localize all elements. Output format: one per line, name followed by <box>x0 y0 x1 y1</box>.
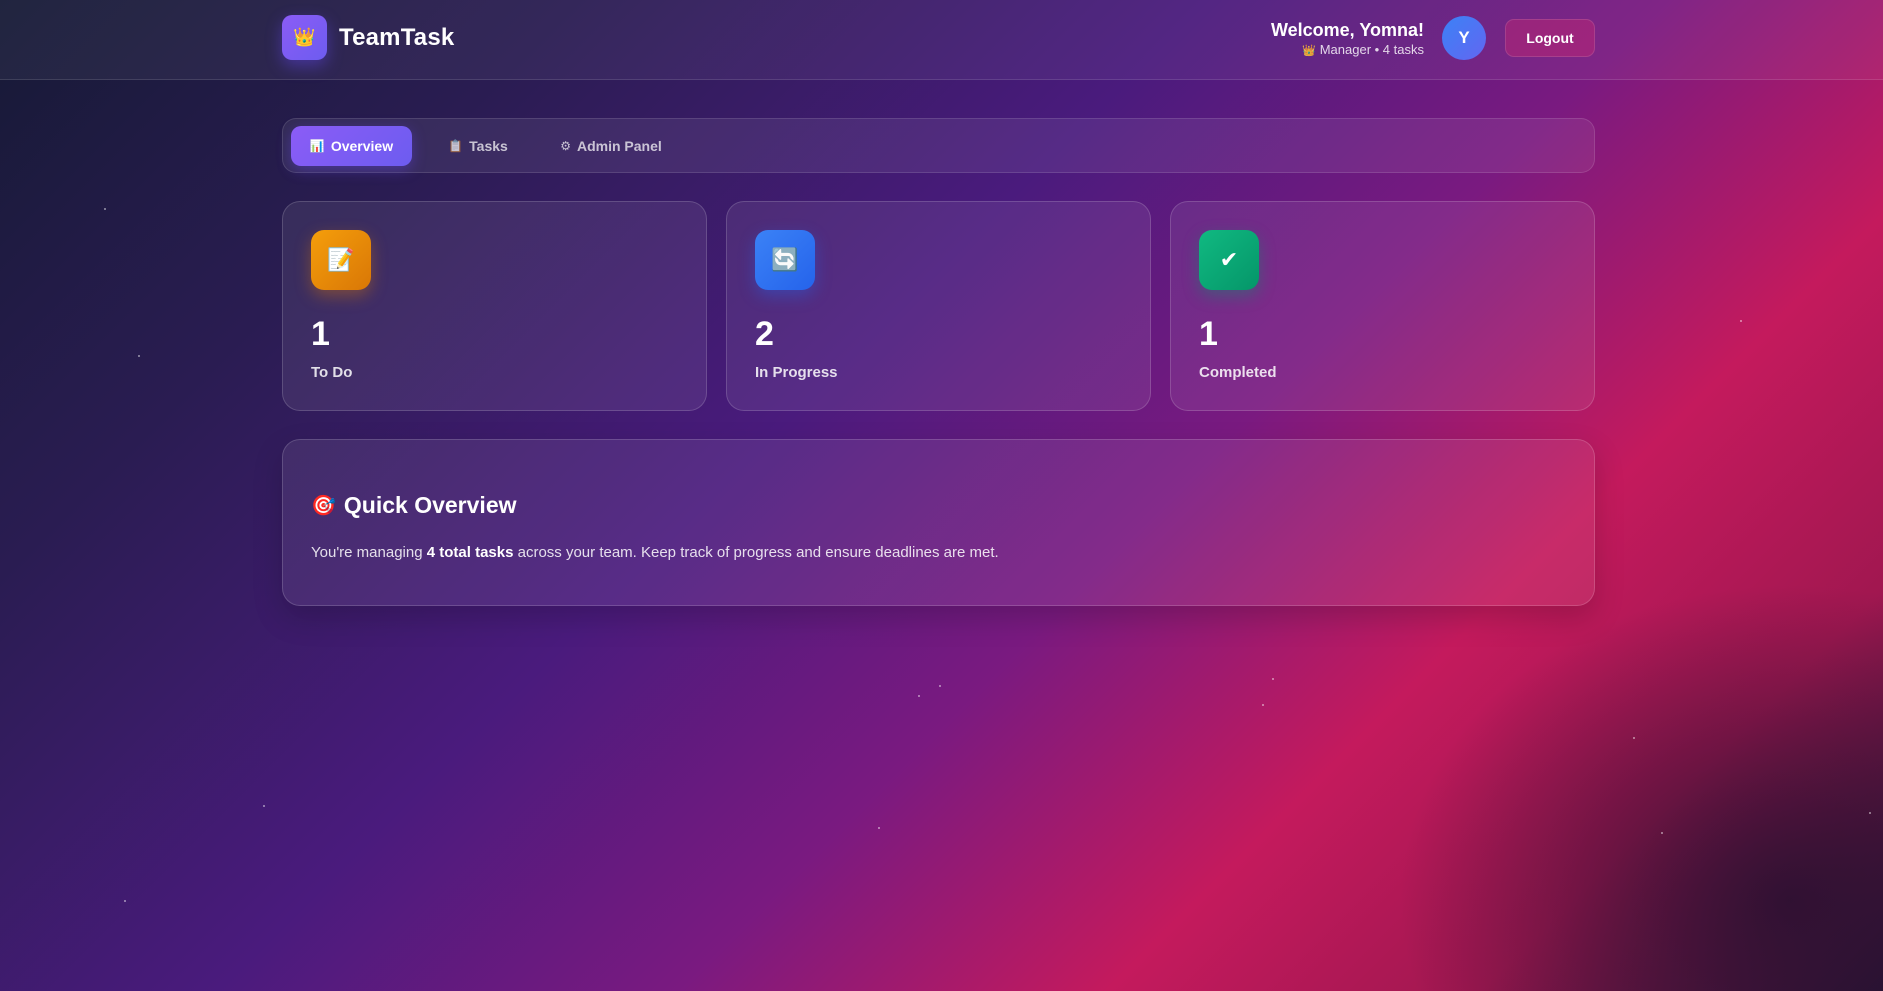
tab-label: Tasks <box>469 138 508 154</box>
tab-bar: 📊 Overview 📋 Tasks ⚙ Admin Panel <box>282 118 1595 173</box>
refresh-icon: 🔄 <box>755 230 815 290</box>
stat-label: Completed <box>1199 364 1277 381</box>
stat-value: 2 <box>755 315 774 353</box>
tab-label: Admin Panel <box>576 138 662 154</box>
gear-icon: ⚙ <box>560 139 571 153</box>
chart-icon: 📊 <box>309 139 325 153</box>
brand-icon-glyph: 👑 <box>293 27 316 47</box>
check-glyph: ✔ <box>1219 247 1239 272</box>
memo-icon: 📝 <box>311 230 371 290</box>
check-icon: ✔ <box>1199 230 1259 290</box>
stat-card-completed: ✔ 1 Completed <box>1170 201 1595 411</box>
quick-overview-panel: 🎯 Quick Overview You're managing 4 total… <box>282 439 1595 606</box>
tab-tasks[interactable]: 📋 Tasks <box>428 126 528 166</box>
welcome-title: Welcome, Yomna! <box>1270 20 1424 40</box>
avatar[interactable]: Y <box>1442 16 1486 60</box>
crown-icon: 👑 <box>282 15 327 60</box>
role-line: 👑 Manager • 4 tasks <box>1271 41 1424 60</box>
top-header: 👑 TeamTask Welcome, Yomna! 👑 Manager • 4… <box>0 0 1883 80</box>
overview-description: You're managing 4 total tasks across you… <box>311 544 999 561</box>
tab-admin-panel[interactable]: ⚙ Admin Panel <box>541 126 681 166</box>
role-text: Manager • 4 tasks <box>1319 42 1424 57</box>
crown-icon: 👑 <box>1302 45 1317 57</box>
logout-button[interactable]: Logout <box>1505 19 1595 57</box>
stat-card-todo: 📝 1 To Do <box>282 201 707 411</box>
clipboard-icon: 📋 <box>448 139 464 153</box>
target-icon: 🎯 <box>311 495 336 517</box>
tab-label: Overview <box>330 138 394 154</box>
overview-title-text: Quick Overview <box>343 492 517 518</box>
memo-glyph: 📝 <box>327 247 355 272</box>
refresh-glyph: 🔄 <box>771 247 799 272</box>
brand-name: TeamTask <box>339 24 455 51</box>
overview-task-count: 4 total tasks <box>426 544 514 561</box>
overview-text-after: across your team. Keep track of progress… <box>513 544 999 561</box>
overview-text-before: You're managing <box>311 544 427 561</box>
stat-value: 1 <box>1199 315 1218 353</box>
stat-card-in-progress: 🔄 2 In Progress <box>726 201 1151 411</box>
stat-label: To Do <box>311 364 353 381</box>
welcome-block: Welcome, Yomna! 👑 Manager • 4 tasks <box>1271 19 1424 60</box>
overview-title: 🎯 Quick Overview <box>311 492 517 519</box>
stat-label: In Progress <box>755 364 838 381</box>
tab-overview[interactable]: 📊 Overview <box>291 126 412 166</box>
stat-value: 1 <box>311 315 330 353</box>
